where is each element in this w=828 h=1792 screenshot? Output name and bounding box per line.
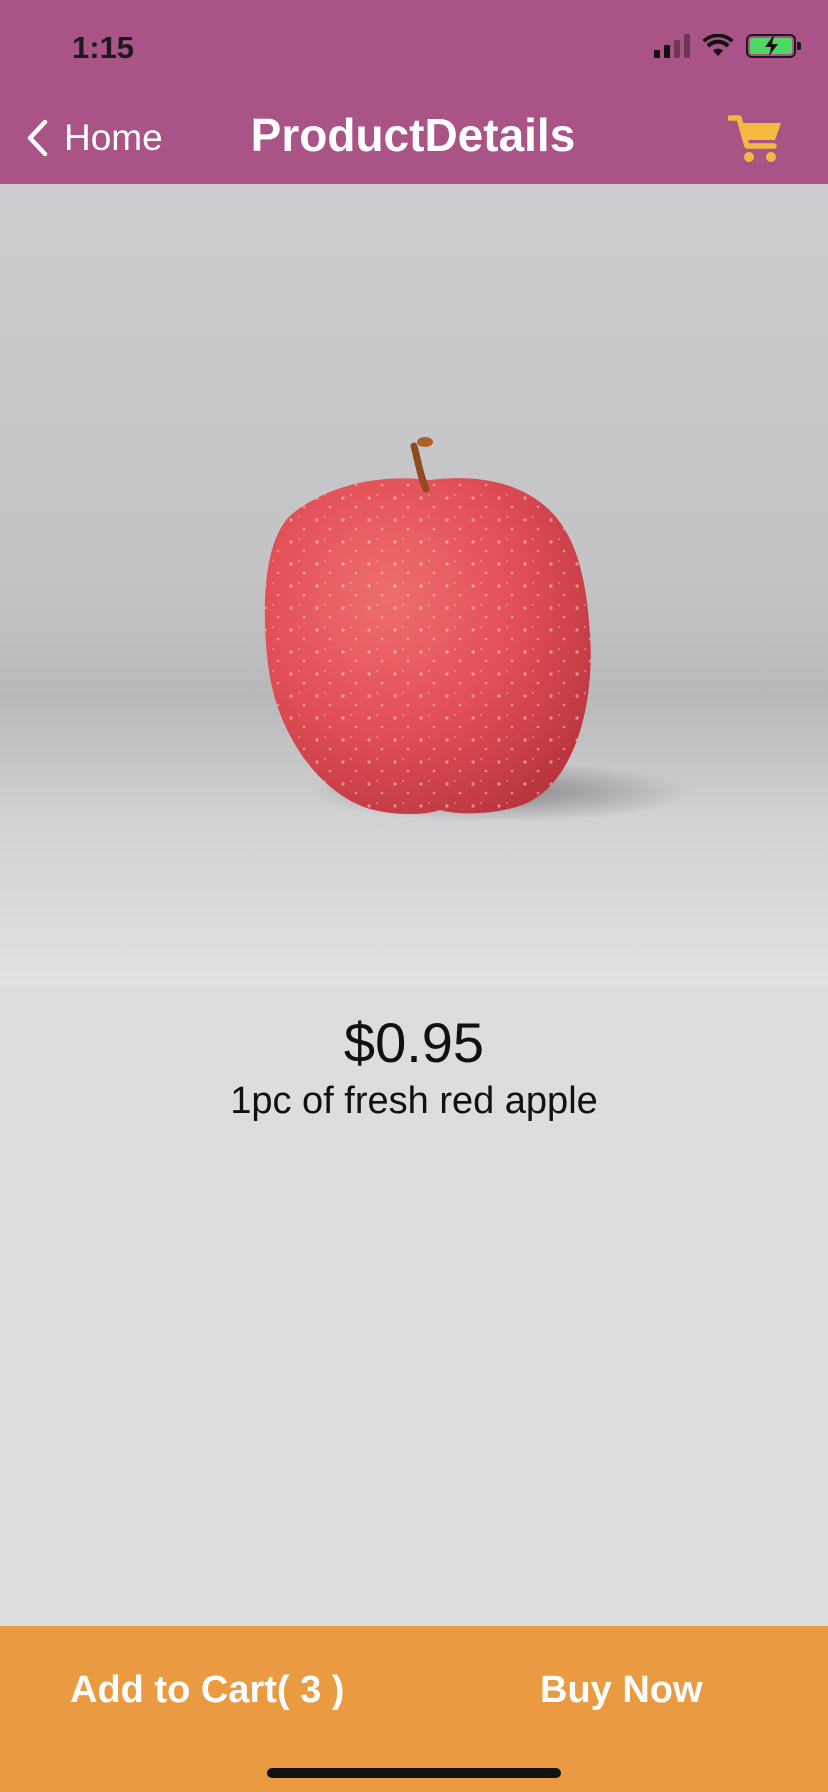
product-details-screen: 1:15 Home ProductDetails $0.95 1pc of fr… [0, 0, 828, 1792]
apple-illustration [264, 437, 690, 822]
status-icons [654, 34, 801, 58]
header: 1:15 Home ProductDetails [0, 0, 828, 184]
add-to-cart-button[interactable]: Add to Cart( 3 ) [70, 1660, 344, 1720]
back-label: Home [64, 117, 163, 158]
buy-now-button[interactable]: Buy Now [540, 1660, 703, 1720]
back-button[interactable]: Home [24, 112, 163, 164]
shopping-cart-icon [727, 115, 781, 162]
product-image [0, 184, 828, 986]
page-title: ProductDetails [250, 109, 576, 161]
chevron-left-icon [27, 119, 48, 157]
bottom-action-bar: Add to Cart( 3 ) Buy Now [0, 1626, 828, 1792]
product-price: $0.95 [343, 1011, 485, 1074]
wifi-icon [702, 34, 734, 56]
battery-charging-icon [746, 34, 801, 58]
home-indicator [267, 1768, 561, 1778]
product-description: 1pc of fresh red apple [230, 1080, 598, 1122]
cart-button[interactable] [727, 112, 784, 166]
status-time: 1:15 [72, 30, 135, 65]
signal-icon [654, 34, 690, 58]
